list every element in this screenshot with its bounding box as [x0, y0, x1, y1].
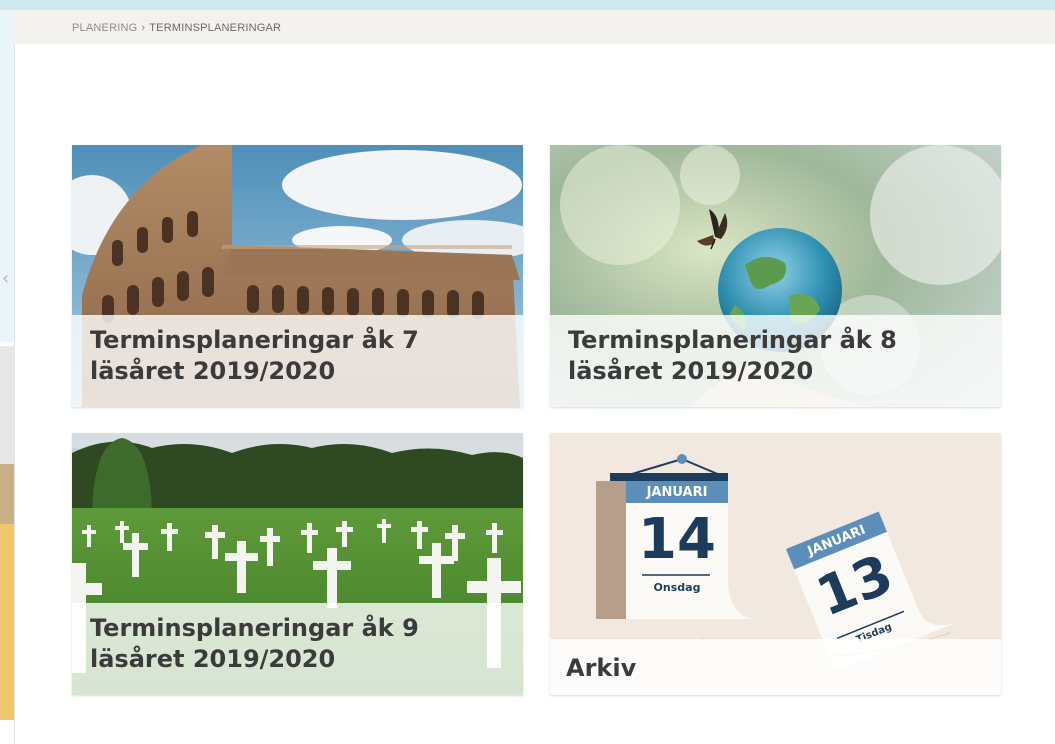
- card-ak9-caption: Terminsplaneringar åk 9 läsåret 2019/202…: [72, 603, 523, 695]
- card-arkiv-caption: Arkiv: [550, 639, 1001, 695]
- window-top-edge: [0, 0, 1055, 10]
- chevron-left-icon: ‹: [2, 268, 10, 289]
- breadcrumb-bar: PLANERING › TERMINSPLANERINGAR: [14, 10, 1055, 44]
- card-ak8-caption: Terminsplaneringar åk 8 läsåret 2019/202…: [550, 315, 1001, 407]
- card-arkiv-title: Arkiv: [566, 654, 637, 682]
- breadcrumb-link-planering[interactable]: PLANERING: [72, 22, 137, 34]
- card-arkiv[interactable]: JANUARI 14 Onsdag JANUARI 13 Tisdag Arki…: [550, 433, 1001, 695]
- breadcrumb-current: TERMINSPLANERINGAR: [149, 22, 282, 34]
- card-ak9-subtitle: läsåret 2019/2020: [90, 645, 336, 673]
- card-ak9-title: Terminsplaneringar åk 9: [90, 614, 419, 642]
- card-ak9[interactable]: Terminsplaneringar åk 9 läsåret 2019/202…: [72, 433, 523, 695]
- card-ak7-subtitle: läsåret 2019/2020: [90, 357, 336, 385]
- calendar-page-1-weekday: Onsdag: [653, 581, 701, 594]
- breadcrumb: PLANERING › TERMINSPLANERINGAR: [72, 22, 281, 34]
- card-ak7[interactable]: Terminsplaneringar åk 7 läsåret 2019/202…: [72, 145, 523, 407]
- background-window-edge: ‹: [0, 10, 15, 744]
- breadcrumb-separator: ›: [141, 22, 146, 34]
- card-ak8-title: Terminsplaneringar åk 8: [568, 326, 897, 354]
- calendar-page-1-day: 14: [638, 507, 716, 572]
- calendar-page-1-month: JANUARI: [646, 485, 708, 500]
- card-ak8-subtitle: läsåret 2019/2020: [568, 357, 814, 385]
- card-ak7-title: Terminsplaneringar åk 7: [90, 326, 419, 354]
- card-ak7-caption: Terminsplaneringar åk 7 läsåret 2019/202…: [72, 315, 523, 407]
- card-ak8[interactable]: Terminsplaneringar åk 8 läsåret 2019/202…: [550, 145, 1001, 407]
